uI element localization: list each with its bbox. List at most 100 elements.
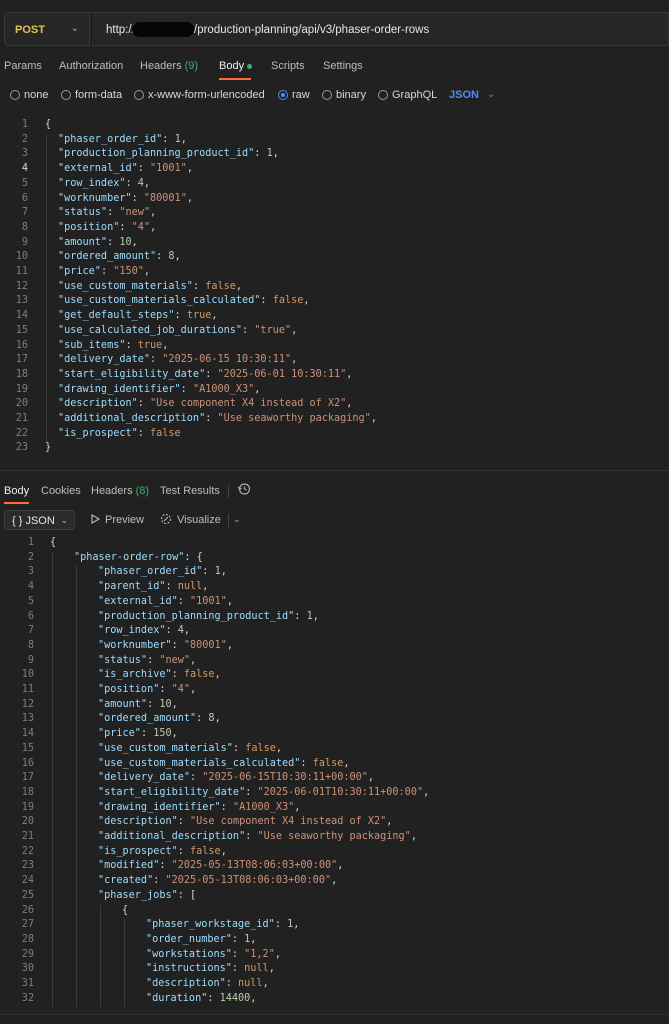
code-token: {	[45, 119, 52, 130]
code-token: ,	[346, 368, 353, 380]
code-line: 1{	[0, 119, 669, 134]
code-line: 2 "phaser_order_id": 1,	[0, 134, 669, 149]
line-number: 23	[15, 442, 28, 454]
code-text: "phaser_workstage_id": 1,	[146, 919, 299, 930]
code-token: "phaser_workstage_id"	[146, 919, 275, 931]
line-number: 21	[21, 831, 34, 842]
code-token: "amount"	[98, 698, 148, 710]
code-token: :	[137, 398, 151, 410]
code-text: "start_eligibility_date": "2025-06-01T10…	[98, 787, 429, 798]
radio-none[interactable]	[10, 90, 20, 100]
visualize-icon	[160, 513, 172, 525]
code-line: 14 "get_default_steps": true,	[0, 310, 669, 325]
code-token: "amount"	[58, 236, 108, 248]
code-token: :	[245, 786, 258, 798]
response-tab-cookies[interactable]: Cookies	[41, 485, 81, 497]
url-input[interactable]: http:// /production-planning/api/v3/phas…	[92, 12, 669, 46]
code-token: null	[177, 581, 203, 593]
preview-button[interactable]: Preview	[105, 514, 144, 526]
line-number: 10	[21, 669, 34, 681]
code-line: 20 "description": "Use component X4 inste…	[0, 816, 669, 831]
code-line: 24 "created": "2025-05-13T08:06:03+00:00"…	[0, 875, 669, 890]
code-token: ,	[254, 383, 261, 395]
history-icon[interactable]	[237, 482, 251, 496]
line-number: 30	[21, 963, 34, 975]
language-select[interactable]: JSON	[449, 89, 479, 101]
code-text: "phaser_order_id": 1,	[98, 566, 227, 577]
code-token: "external_id"	[58, 163, 138, 175]
code-line: 17 "delivery_date": "2025-06-15 10:30:11"…	[0, 354, 669, 369]
code-token: false	[272, 295, 304, 307]
code-token: "1,2"	[244, 948, 275, 960]
code-text: "amount": 10,	[58, 237, 138, 248]
radio-binary[interactable]	[322, 90, 332, 100]
line-number: 23	[21, 860, 34, 872]
radio-graphql[interactable]	[378, 90, 388, 100]
visualize-button[interactable]: Visualize	[177, 514, 221, 526]
radio-urlencoded[interactable]	[134, 90, 144, 100]
code-token: :	[156, 251, 169, 263]
tab-params[interactable]: Params	[4, 60, 42, 72]
line-number: 16	[21, 757, 34, 769]
code-text: "start_eligibility_date": "2025-06-01 10…	[58, 369, 352, 380]
code-token: "status"	[58, 207, 108, 219]
code-token: :	[107, 236, 120, 248]
code-token: "status"	[98, 654, 148, 666]
tab-body[interactable]: Body	[219, 60, 253, 72]
tab-scripts[interactable]: Scripts	[271, 60, 305, 72]
code-text: }	[45, 442, 51, 453]
code-token: "2025-06-15 10:30:11"	[162, 354, 292, 366]
code-token: :	[205, 368, 218, 380]
code-token: "start_eligibility_date"	[58, 368, 206, 380]
code-text: "duration": 14400,	[146, 993, 256, 1004]
code-text: "use_custom_materials": false,	[98, 743, 282, 754]
code-token: :	[174, 310, 187, 322]
line-number: 18	[21, 786, 34, 798]
pane-divider[interactable]	[0, 470, 669, 471]
code-token: :	[220, 801, 233, 813]
code-text: "delivery_date": "2025-06-15 10:30:11",	[58, 354, 297, 365]
code-line: 7 "row_index": 4,	[0, 625, 669, 640]
tab-authorization[interactable]: Authorization	[59, 60, 123, 72]
toolbar-separator	[228, 514, 229, 527]
code-token: :	[245, 831, 258, 842]
code-token: "description"	[58, 398, 138, 410]
method-label: POST	[15, 24, 45, 36]
code-token: ,	[275, 742, 283, 754]
code-token: ,	[150, 221, 157, 233]
response-format-select[interactable]: { } JSON ⌄	[4, 510, 75, 530]
code-token: "delivery_date"	[98, 772, 191, 784]
code-token: ,	[131, 236, 138, 248]
bottom-rule	[0, 1014, 669, 1015]
code-token: ,	[202, 581, 209, 593]
code-token: : {	[184, 551, 203, 563]
radio-form-data[interactable]	[61, 90, 71, 100]
code-text: "is_prospect": false	[58, 428, 181, 439]
code-text: "modified": "2025-05-13T08:06:03+00:00",	[98, 860, 343, 871]
tab-headers-label: Headers	[140, 60, 182, 72]
radio-raw[interactable]	[278, 90, 288, 100]
response-tab-body[interactable]: Body	[4, 485, 29, 497]
code-token: "phaser_order_id"	[58, 133, 163, 145]
code-token: :	[140, 728, 154, 740]
tab-headers[interactable]: Headers (9)	[140, 60, 198, 72]
response-tab-headers[interactable]: Headers (8)	[91, 485, 149, 497]
code-text: "drawing_identifier": "A1000_X3",	[58, 384, 260, 395]
code-token: :	[119, 221, 132, 233]
line-number: 31	[21, 978, 34, 989]
code-token: ,	[410, 831, 417, 842]
chevron-down-icon[interactable]: ⌄	[233, 514, 241, 525]
code-token: :	[137, 163, 151, 175]
code-token: :	[147, 654, 160, 666]
method-select[interactable]: POST ⌄	[4, 12, 90, 46]
code-token: "worknumber"	[98, 639, 172, 651]
code-token: :	[159, 684, 172, 695]
code-line: 12 "use_custom_materials": false,	[0, 281, 669, 296]
line-number: 28	[21, 933, 34, 945]
code-token: "drawing_identifier"	[98, 801, 221, 813]
request-tabs: Params Authorization Headers (9) Body Sc…	[0, 54, 669, 80]
response-tab-test-results[interactable]: Test Results	[160, 485, 220, 497]
code-token: "2025-06-01 10:30:11"	[217, 368, 347, 380]
code-token: "workstations"	[146, 948, 232, 960]
tab-settings[interactable]: Settings	[323, 60, 363, 72]
